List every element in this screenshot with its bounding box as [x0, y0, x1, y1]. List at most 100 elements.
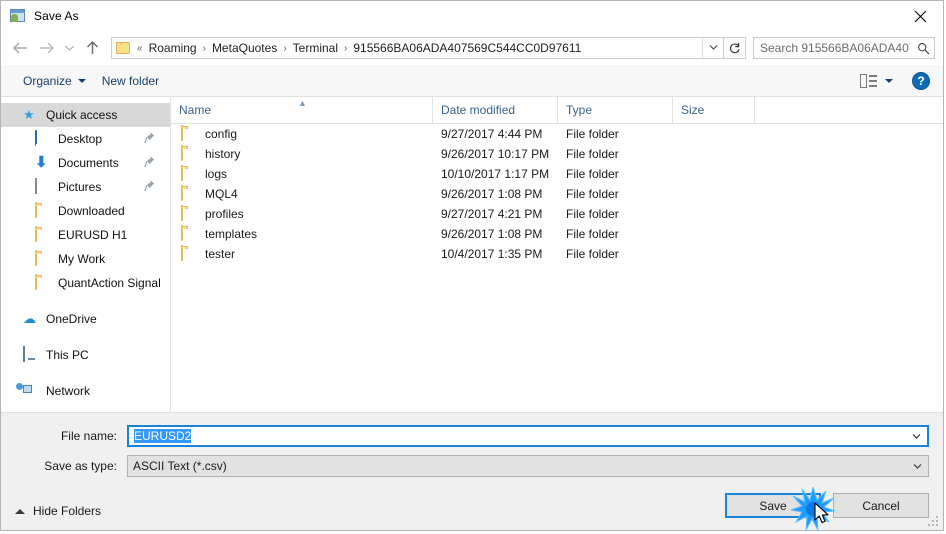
hide-folders-button[interactable]: Hide Folders: [15, 504, 101, 518]
column-header-size[interactable]: Size: [673, 97, 755, 123]
new-folder-button[interactable]: New folder: [94, 70, 167, 92]
forward-icon[interactable]: [33, 35, 59, 61]
save-button[interactable]: Save: [725, 493, 821, 518]
table-row[interactable]: profiles 9/27/2017 4:21 PM File folder: [171, 204, 943, 224]
sidebar-item-onedrive[interactable]: ☁ OneDrive: [1, 307, 170, 331]
view-layout-icon: [860, 73, 878, 88]
sidebar-item-quantaction-signal[interactable]: QuantAction Signal: [1, 271, 170, 295]
caret-up-icon: ▲: [298, 98, 307, 108]
sidebar-item-label: Documents: [58, 156, 119, 170]
pin-icon[interactable]: [144, 132, 156, 146]
pin-icon[interactable]: [144, 180, 156, 194]
save-form: File name: EURUSD2 Save as type: ASCII T…: [1, 412, 943, 530]
file-name-value[interactable]: EURUSD2: [129, 429, 905, 443]
sidebar-item-this-pc[interactable]: This PC: [1, 343, 170, 367]
sidebar-item-quick-access[interactable]: ★ Quick access: [1, 103, 170, 127]
sidebar-item-label: Quick access: [46, 108, 118, 122]
file-name: logs: [205, 167, 228, 181]
sidebar-item-eurusd-h1[interactable]: EURUSD H1: [1, 223, 170, 247]
cancel-button[interactable]: Cancel: [833, 493, 929, 518]
cell-type: File folder: [566, 207, 619, 221]
cell-date-modified: 9/27/2017 4:44 PM: [441, 127, 543, 141]
search-box[interactable]: [753, 37, 935, 59]
folder-icon: [181, 125, 197, 142]
close-icon[interactable]: [897, 1, 943, 31]
cancel-label: Cancel: [862, 498, 900, 513]
command-toolbar: Organize New folder ?: [1, 65, 943, 97]
file-name-field[interactable]: EURUSD2: [127, 425, 929, 447]
column-label: Type: [566, 103, 593, 117]
file-rows: config 9/27/2017 4:44 PM File folder his…: [171, 124, 943, 412]
cell-size: [673, 144, 755, 164]
file-name-chevron-down-icon[interactable]: [905, 431, 927, 442]
search-input[interactable]: [754, 40, 912, 56]
save-as-type-select[interactable]: ASCII Text (*.csv): [127, 455, 929, 477]
change-view-button[interactable]: [855, 71, 898, 91]
search-icon[interactable]: [912, 42, 934, 55]
new-folder-label: New folder: [101, 73, 160, 88]
table-row[interactable]: templates 9/26/2017 1:08 PM File folder: [171, 224, 943, 244]
resize-grip[interactable]: [928, 516, 940, 528]
column-label: Size: [681, 103, 705, 117]
table-row[interactable]: tester 10/4/2017 1:35 PM File folder: [171, 244, 943, 264]
pin-icon[interactable]: [144, 156, 156, 170]
breadcrumb-item-terminal[interactable]: Terminal: [290, 41, 341, 55]
file-name: tester: [205, 247, 236, 261]
column-header-name[interactable]: Name ▲: [171, 97, 433, 123]
column-header-type[interactable]: Type: [558, 97, 673, 123]
back-icon[interactable]: [7, 35, 33, 61]
organize-label: Organize: [23, 73, 72, 88]
save-as-type-chevron-down-icon[interactable]: [906, 461, 928, 472]
onedrive-cloud-icon: ☁: [23, 311, 36, 326]
cell-type: File folder: [566, 187, 619, 201]
breadcrumb: « Roaming › MetaQuotes › Terminal › 9155…: [134, 41, 702, 55]
sidebar-item-documents[interactable]: ⬇ Documents: [1, 151, 170, 175]
file-name-label: File name:: [60, 429, 117, 443]
documents-download-icon: ⬇: [35, 154, 48, 171]
breadcrumb-item-instance-id[interactable]: 915566BA06ADA407569C544CC0D97611: [350, 41, 584, 55]
column-label: Date modified: [441, 103, 516, 117]
sidebar-item-desktop[interactable]: Desktop: [1, 127, 170, 151]
cell-name: config: [171, 124, 433, 144]
file-name-row: File name: EURUSD2: [15, 425, 929, 447]
file-name: config: [205, 127, 238, 141]
breadcrumb-item-roaming[interactable]: Roaming: [146, 41, 200, 55]
breadcrumb-separator: ›: [202, 42, 206, 54]
recent-locations-chevron-down-icon[interactable]: [59, 35, 79, 61]
cell-size: [673, 244, 755, 264]
cell-type: File folder: [566, 127, 619, 141]
sidebar-item-pictures[interactable]: Pictures: [1, 175, 170, 199]
breadcrumb-item-metaquotes[interactable]: MetaQuotes: [209, 41, 280, 55]
folder-icon: [35, 202, 51, 219]
column-header-date-modified[interactable]: Date modified: [433, 97, 558, 123]
sidebar-item-my-work[interactable]: My Work: [1, 247, 170, 271]
refresh-icon[interactable]: [724, 37, 746, 59]
cell-date-modified: 10/10/2017 1:17 PM: [441, 167, 550, 181]
column-header-row: Name ▲ Date modified Type Size: [171, 97, 943, 124]
address-chevron-down-icon[interactable]: [702, 38, 723, 58]
sidebar-item-label: Network: [46, 384, 91, 398]
caret-up-icon: [15, 508, 25, 514]
cell-date-modified: 9/26/2017 1:08 PM: [441, 187, 543, 201]
sidebar-item-network[interactable]: Network: [1, 379, 170, 403]
table-row[interactable]: config 9/27/2017 4:44 PM File folder: [171, 124, 943, 144]
cell-date-modified: 10/4/2017 1:35 PM: [441, 247, 543, 261]
address-bar[interactable]: « Roaming › MetaQuotes › Terminal › 9155…: [111, 37, 724, 59]
sidebar-item-downloaded[interactable]: Downloaded: [1, 199, 170, 223]
breadcrumb-overflow[interactable]: «: [134, 43, 146, 54]
cell-date-modified: 9/26/2017 10:17 PM: [441, 147, 550, 161]
table-row[interactable]: logs 10/10/2017 1:17 PM File folder: [171, 164, 943, 184]
up-icon[interactable]: [79, 35, 105, 61]
table-row[interactable]: MQL4 9/26/2017 1:08 PM File folder: [171, 184, 943, 204]
table-row[interactable]: history 9/26/2017 10:17 PM File folder: [171, 144, 943, 164]
view-chevron-down-icon[interactable]: [885, 78, 893, 83]
organize-button[interactable]: Organize: [15, 70, 94, 92]
desktop-icon: [35, 130, 51, 147]
save-as-dialog: Save As « Roaming › MetaQuotes › Termina…: [0, 0, 944, 531]
folder-icon: [181, 165, 197, 182]
cell-name: logs: [171, 164, 433, 184]
sidebar-item-label: Desktop: [58, 132, 103, 146]
help-icon[interactable]: ?: [912, 71, 930, 90]
dialog-body: ★ Quick access Desktop ⬇ Documents Pictu…: [1, 97, 943, 412]
save-as-type-row: Save as type: ASCII Text (*.csv): [15, 455, 929, 477]
